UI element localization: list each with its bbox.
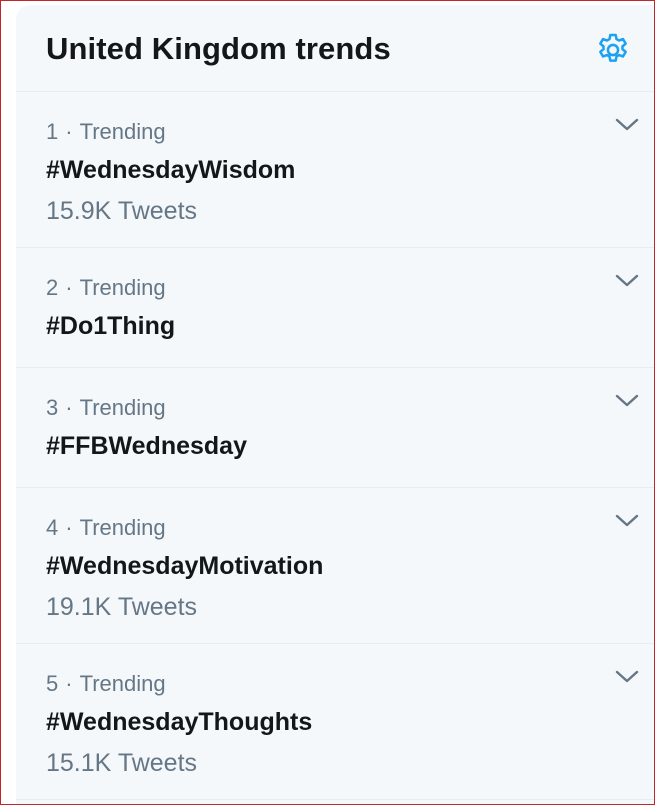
chevron-down-icon bbox=[615, 670, 639, 683]
trend-name[interactable]: #WednesdayThoughts bbox=[46, 708, 312, 737]
trend-rank: 2 bbox=[46, 275, 59, 300]
chevron-down-icon bbox=[615, 514, 639, 527]
trend-item[interactable]: 5 · Trending #WednesdayThoughts 15.1K Twee… bbox=[16, 644, 654, 800]
trend-rank: 4 bbox=[46, 515, 59, 540]
trend-meta: 1 · Trending bbox=[46, 119, 166, 145]
trend-name[interactable]: #WednesdayWisdom bbox=[46, 156, 295, 185]
trend-item[interactable]: 2 · Trending #Do1Thing bbox=[16, 248, 654, 368]
trends-header: United Kingdom trends bbox=[16, 5, 654, 92]
trend-context: Trending bbox=[79, 395, 166, 420]
trend-separator: · bbox=[65, 119, 73, 144]
trend-separator: · bbox=[65, 395, 73, 420]
trend-context: Trending bbox=[79, 275, 166, 300]
panel-title: United Kingdom trends bbox=[46, 31, 391, 66]
trend-meta: 4 · Trending bbox=[46, 515, 166, 541]
trend-name[interactable]: #FFBWednesday bbox=[46, 432, 247, 461]
trend-meta: 5 · Trending bbox=[46, 671, 166, 697]
trend-name[interactable]: #WednesdayMotivation bbox=[46, 552, 323, 581]
chevron-down-icon bbox=[615, 394, 639, 407]
trend-context: Trending bbox=[79, 671, 166, 696]
trend-menu-button[interactable] bbox=[614, 272, 640, 290]
trend-item[interactable]: 1 · Trending #WednesdayWisdom 15.9K Tweets bbox=[16, 92, 654, 248]
trend-tweet-count: 19.1K Tweets bbox=[46, 593, 198, 621]
trend-menu-button[interactable] bbox=[614, 116, 640, 134]
trend-tweet-count: 15.9K Tweets bbox=[46, 197, 198, 225]
trend-item[interactable]: 3 · Trending #FFBWednesday bbox=[16, 368, 654, 488]
trend-rank: 1 bbox=[46, 119, 59, 144]
chevron-down-icon bbox=[615, 118, 639, 131]
trends-panel: United Kingdom trends 1 · Trending #Wednes… bbox=[16, 5, 654, 804]
trend-separator: · bbox=[65, 515, 73, 540]
trend-menu-button[interactable] bbox=[614, 392, 640, 410]
trend-rank: 5 bbox=[46, 671, 59, 696]
trend-item[interactable]: 4 · Trending #WednesdayMotivation 19.1K Tw… bbox=[16, 488, 654, 644]
trend-context: Trending bbox=[79, 515, 166, 540]
window-frame: United Kingdom trends 1 · Trending #Wednes… bbox=[0, 0, 655, 805]
trend-separator: · bbox=[65, 671, 73, 696]
trend-separator: · bbox=[65, 275, 73, 300]
gear-icon bbox=[599, 33, 627, 62]
trend-context: Trending bbox=[79, 119, 166, 144]
trend-meta: 3 · Trending bbox=[46, 395, 166, 421]
trend-meta: 2 · Trending bbox=[46, 275, 166, 301]
settings-button[interactable] bbox=[594, 31, 632, 69]
trend-tweet-count: 15.1K Tweets bbox=[46, 749, 198, 777]
trend-menu-button[interactable] bbox=[614, 668, 640, 686]
chevron-down-icon bbox=[615, 274, 639, 287]
trend-name[interactable]: #Do1Thing bbox=[46, 312, 175, 341]
trend-menu-button[interactable] bbox=[614, 512, 640, 530]
trend-rank: 3 bbox=[46, 395, 59, 420]
